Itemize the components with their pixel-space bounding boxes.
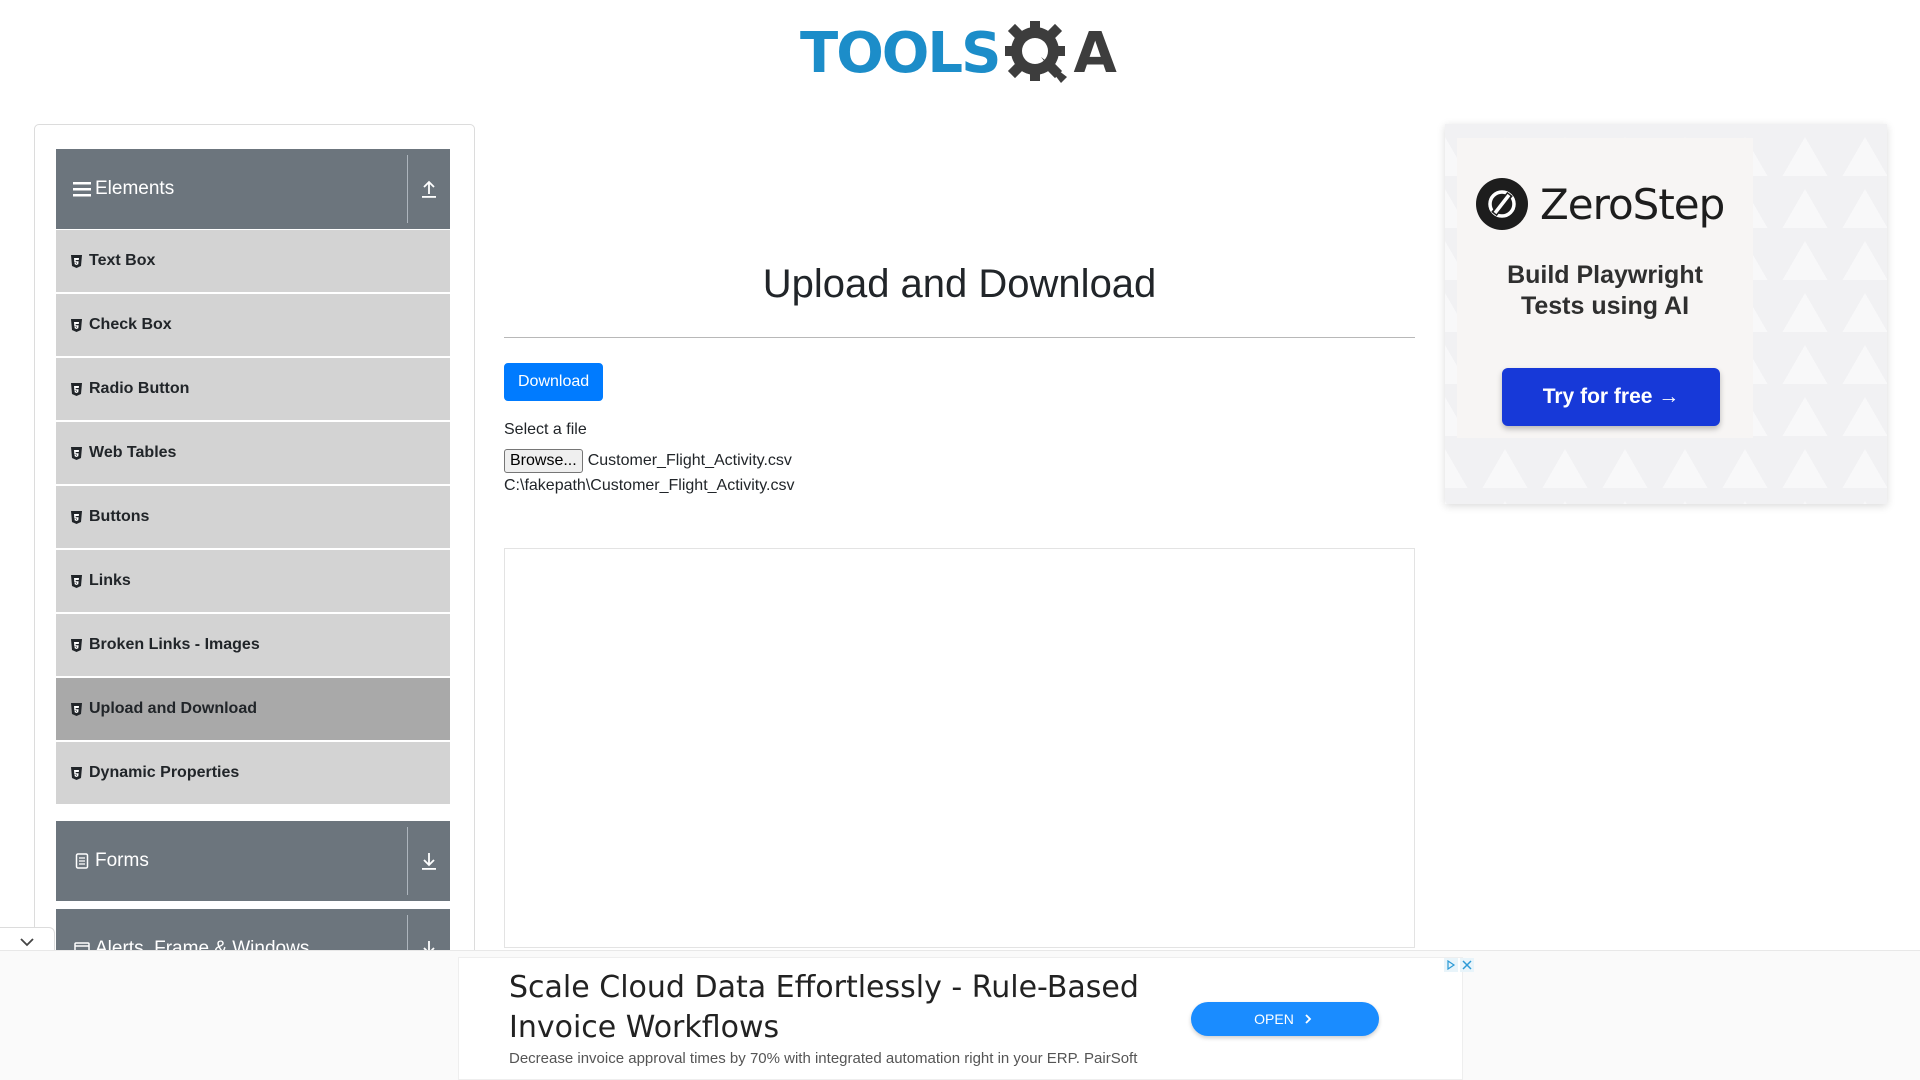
elements-menu: Text Box Check Box Radio Button Web Tabl… <box>56 230 450 806</box>
menu-item-links[interactable]: Links <box>56 550 450 612</box>
menu-item-upload-download[interactable]: Upload and Download <box>56 678 450 740</box>
ad-choices-icon[interactable] <box>1444 958 1458 972</box>
content-frame <box>504 548 1415 948</box>
html5-icon <box>71 574 83 588</box>
hamburger-icon <box>73 180 91 198</box>
menu-item-label: Upload and Download <box>89 700 257 717</box>
zerostep-logo-icon <box>1476 178 1528 230</box>
bottom-banner-ad[interactable]: Scale Cloud Data Effortlessly - Rule-Bas… <box>458 957 1474 1080</box>
logo-tools-text: TOOLS <box>800 21 1001 86</box>
browse-button[interactable]: Browse... <box>504 449 583 473</box>
html5-icon <box>71 702 83 716</box>
title-divider <box>504 337 1415 338</box>
menu-item-label: Dynamic Properties <box>89 764 240 781</box>
banner-open-button[interactable]: OPEN <box>1191 1002 1379 1036</box>
zerostep-logo: ZeroStep <box>1476 178 1725 230</box>
file-input[interactable]: Browse... Customer_Flight_Activity.csv <box>504 449 792 473</box>
menu-item-label: Radio Button <box>89 380 190 397</box>
try-for-free-button[interactable]: Try for free → <box>1502 368 1720 426</box>
group-header-forms[interactable]: Forms <box>56 821 450 901</box>
group-label-elements: Elements <box>95 178 175 199</box>
page-title: Upload and Download <box>762 262 1157 306</box>
menu-item-radio-button[interactable]: Radio Button <box>56 358 450 420</box>
html5-icon <box>71 382 83 396</box>
html5-icon <box>71 318 83 332</box>
html5-icon <box>71 510 83 524</box>
select-file-label: Select a file <box>504 421 587 438</box>
banner-description: Decrease invoice approval times by 70% w… <box>509 1050 1138 1067</box>
menu-item-text-box[interactable]: Text Box <box>56 230 450 292</box>
arrow-down-icon[interactable] <box>408 821 450 901</box>
menu-item-label: Links <box>89 572 131 589</box>
menu-item-buttons[interactable]: Buttons <box>56 486 450 548</box>
arrow-up-icon[interactable] <box>408 149 450 229</box>
file-icon <box>73 852 91 870</box>
menu-item-broken-links[interactable]: Broken Links - Images <box>56 614 450 676</box>
chevron-right-icon <box>1305 1014 1312 1024</box>
group-header-elements[interactable]: Elements <box>56 149 450 229</box>
ad-card: ZeroStep Build Playwright Tests using AI… <box>1457 138 1753 438</box>
html5-icon <box>71 638 83 652</box>
ad-choices[interactable] <box>1444 958 1474 974</box>
zerostep-ad[interactable]: ZeroStep Build Playwright Tests using AI… <box>1445 124 1887 504</box>
menu-item-label: Web Tables <box>89 444 177 461</box>
html5-icon <box>71 254 83 268</box>
open-label: OPEN <box>1254 1011 1294 1027</box>
selected-file-name: Customer_Flight_Activity.csv <box>587 452 792 469</box>
banner-title[interactable]: Scale Cloud Data Effortlessly - Rule-Bas… <box>509 968 1149 1048</box>
menu-item-label: Text Box <box>89 252 156 269</box>
html5-icon <box>71 446 83 460</box>
chevron-down-icon <box>20 938 34 947</box>
ad-tagline-line2: Tests using AI <box>1520 292 1690 320</box>
menu-item-check-box[interactable]: Check Box <box>56 294 450 356</box>
zerostep-brand: ZeroStep <box>1540 179 1725 229</box>
html5-icon <box>71 766 83 780</box>
menu-item-web-tables[interactable]: Web Tables <box>56 422 450 484</box>
sidebar: Elements Text Box Check Box Radio Button… <box>34 124 475 984</box>
page: TOOLS A Elements Text Box Check Box Radi… <box>0 0 1920 1080</box>
toolsqa-logo[interactable]: TOOLS A <box>800 14 1130 94</box>
ad-tagline-line1: Build Playwright <box>1507 261 1703 289</box>
uploaded-file-path: C:\fakepath\Customer_Flight_Activity.csv <box>504 477 795 494</box>
gear-q-icon <box>1005 21 1068 83</box>
group-label-forms: Forms <box>95 850 149 871</box>
logo-qa-text: A <box>1073 21 1117 86</box>
close-icon[interactable] <box>1460 958 1474 972</box>
ad-tagline: Build Playwright Tests using AI <box>1457 260 1753 322</box>
menu-item-dynamic-properties[interactable]: Dynamic Properties <box>56 742 450 804</box>
logo-qa: A <box>1001 17 1117 91</box>
menu-item-label: Check Box <box>89 316 172 333</box>
menu-item-label: Buttons <box>89 508 150 525</box>
download-button[interactable]: Download <box>504 363 604 401</box>
menu-item-label: Broken Links - Images <box>89 636 260 653</box>
